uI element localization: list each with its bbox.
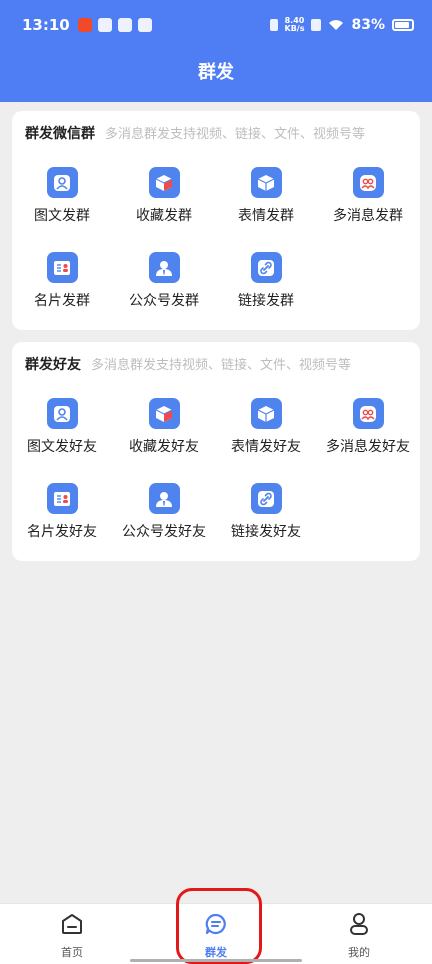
official-account-icon	[148, 252, 180, 283]
image-text-icon	[46, 167, 78, 198]
grid-item-label: 名片发群	[34, 293, 90, 309]
grid-item-multi-message[interactable]: 多消息发群	[318, 167, 418, 225]
grid-item-sticker-box[interactable]: 表情发群	[216, 167, 316, 225]
notification-app-icon	[77, 18, 92, 32]
status-bar: 13:10 8.40 KB/s 83%	[0, 0, 432, 50]
highlight-outline	[176, 888, 262, 964]
battery-icon	[392, 19, 414, 31]
grid-item-link[interactable]: 链接发好友	[216, 483, 316, 541]
vibrate-icon	[269, 19, 278, 31]
grid-item-label: 链接发群	[238, 293, 294, 309]
grid-item-business-card[interactable]: 名片发群	[12, 252, 112, 310]
net-speed-unit: KB/s	[284, 24, 305, 33]
grid-item-label: 表情发好友	[231, 439, 301, 455]
battery-percent: 83%	[351, 17, 385, 33]
grid-item-label: 公众号发好友	[122, 524, 206, 540]
top-bar: 13:10 8.40 KB/s 83% 群发	[0, 0, 432, 102]
nav-item-mine[interactable]: 我的	[319, 912, 399, 960]
favorites-box-icon	[148, 398, 180, 429]
sticker-box-icon	[250, 167, 282, 198]
grid-item-business-card[interactable]: 名片发好友	[12, 483, 112, 541]
net-speed: 8.40 KB/s	[285, 17, 305, 33]
official-account-icon	[148, 483, 180, 514]
multi-message-icon	[352, 398, 384, 429]
status-time: 13:10	[22, 16, 70, 34]
link-icon	[250, 252, 282, 283]
wifi-icon	[329, 20, 344, 30]
grid-item-image-text[interactable]: 图文发群	[12, 167, 112, 225]
sticker-box-icon	[250, 398, 282, 429]
section-subtitle: 多消息群发支持视频、链接、文件、视频号等	[91, 358, 352, 373]
section-title: 群发微信群	[25, 126, 95, 142]
grid-item-sticker-box[interactable]: 表情发好友	[216, 398, 316, 456]
favorites-box-icon	[148, 167, 180, 198]
group-broadcast-card: 群发微信群 多消息群发支持视频、链接、文件、视频号等 图文发群 收藏发群 表情发群 多…	[12, 111, 420, 330]
grid-item-image-text[interactable]: 图文发好友	[12, 398, 112, 456]
grid-item-official-account[interactable]: 公众号发好友	[114, 483, 214, 541]
grid-item-label: 图文发群	[34, 208, 90, 224]
grid-item-label: 表情发群	[238, 208, 294, 224]
multi-message-icon	[352, 167, 384, 198]
home-icon	[62, 914, 82, 934]
grid-item-link[interactable]: 链接发群	[216, 252, 316, 310]
grid-item-label: 多消息发群	[333, 208, 403, 224]
sim-icon	[311, 19, 322, 31]
image-text-icon	[46, 398, 78, 429]
nav-label-home: 首页	[61, 946, 83, 959]
grid-item-label: 收藏发群	[136, 208, 192, 224]
section-subtitle: 多消息群发支持视频、链接、文件、视频号等	[105, 127, 366, 142]
grid-item-label: 链接发好友	[231, 524, 301, 540]
grid-item-favorites-box[interactable]: 收藏发好友	[114, 398, 214, 456]
section-title: 群发好友	[25, 357, 81, 373]
grid-item-label: 图文发好友	[27, 439, 97, 455]
grid-item-favorites-box[interactable]: 收藏发群	[114, 167, 214, 225]
nav-item-home[interactable]: 首页	[32, 912, 112, 960]
grid-item-official-account[interactable]: 公众号发群	[114, 252, 214, 310]
business-card-icon	[46, 483, 78, 514]
grid-item-multi-message[interactable]: 多消息发好友	[318, 398, 418, 456]
grid-item-label: 收藏发好友	[129, 439, 199, 455]
grid-item-label: 多消息发好友	[326, 439, 410, 455]
friend-broadcast-card: 群发好友 多消息群发支持视频、链接、文件、视频号等 图文发好友 收藏发好友 表情发好…	[12, 342, 420, 561]
link-app-icon	[137, 18, 152, 32]
page-title: 群发	[198, 62, 234, 83]
home-indicator	[130, 959, 302, 962]
crown-icon	[97, 18, 112, 32]
calendar-icon	[117, 18, 132, 32]
grid-item-label: 名片发好友	[27, 524, 97, 540]
grid-item-label: 公众号发群	[129, 293, 199, 309]
business-card-icon	[46, 252, 78, 283]
nav-label-mine: 我的	[348, 946, 370, 959]
person-icon	[350, 913, 368, 935]
link-icon	[250, 483, 282, 514]
